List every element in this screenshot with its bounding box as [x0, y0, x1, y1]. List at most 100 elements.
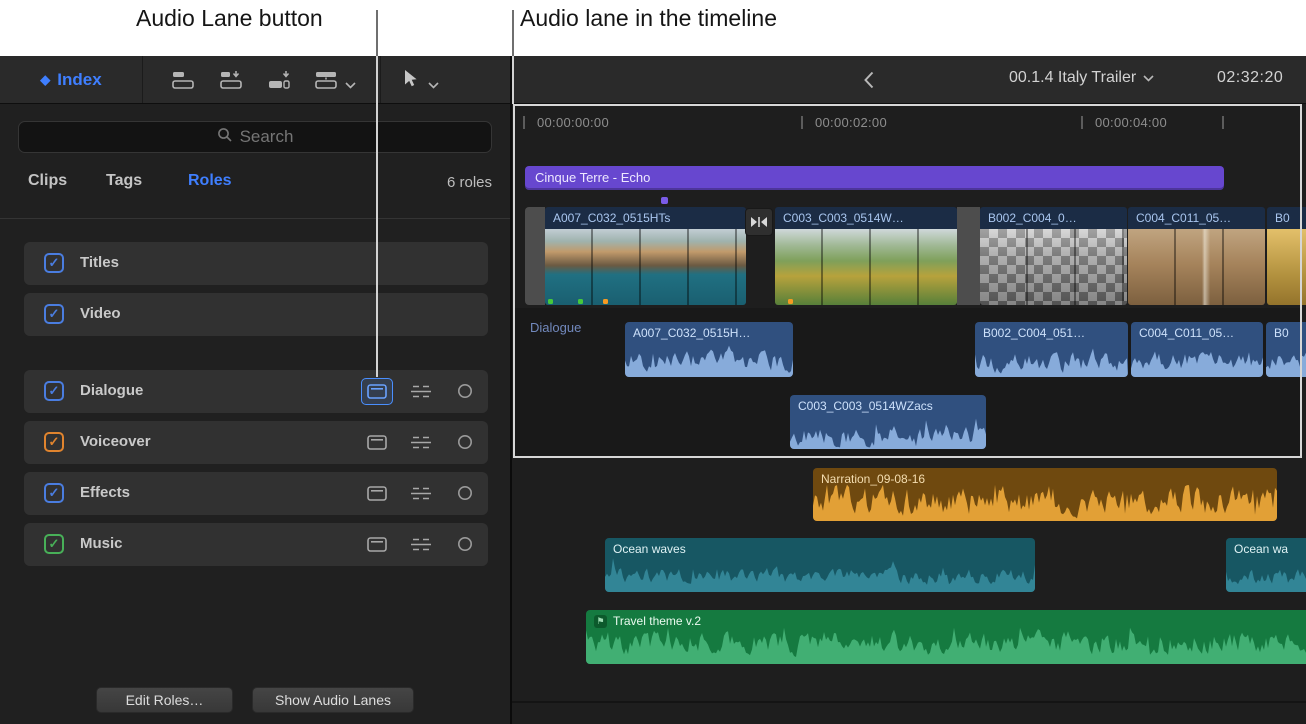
- video-clip-thumbnails: [1267, 229, 1306, 305]
- focus-button[interactable]: [409, 384, 433, 399]
- search-input[interactable]: Search: [18, 121, 492, 153]
- audio-clip[interactable]: B0: [1266, 322, 1306, 377]
- role-row-video[interactable]: ✓ Video: [24, 293, 488, 336]
- edit-roles-button[interactable]: Edit Roles…: [96, 687, 233, 713]
- focus-button[interactable]: [409, 537, 433, 552]
- solo-circle-button[interactable]: [457, 536, 473, 552]
- tab-clips[interactable]: Clips: [28, 172, 67, 190]
- search-icon: [217, 127, 233, 148]
- role-row-dialogue[interactable]: ✓ Dialogue: [24, 370, 488, 413]
- role-row-voiceover[interactable]: ✓ Voiceover: [24, 421, 488, 464]
- index-diamond-icon: ◆: [40, 72, 50, 88]
- timeline-bottom-divider: [511, 701, 1306, 703]
- video-clip[interactable]: A007_C032_0515HTs: [545, 207, 746, 305]
- focus-button[interactable]: [409, 435, 433, 450]
- audio-waveform: [1226, 554, 1306, 592]
- index-toolbar: ◆ Index: [0, 56, 511, 104]
- audio-clip-name: C004_C011_05…: [1131, 322, 1263, 340]
- audio-clip-ocean-waves[interactable]: Ocean wa: [1226, 538, 1306, 592]
- index-button[interactable]: ◆ Index: [0, 56, 142, 104]
- audio-lane-label: Dialogue: [530, 320, 581, 335]
- annotation-strip: Audio Lane button Audio lane in the time…: [0, 0, 1306, 56]
- video-clip[interactable]: B002_C004_0…: [980, 207, 1127, 305]
- project-title: 00.1.4 Italy Trailer: [1009, 69, 1136, 87]
- screenshot-root: Audio Lane button Audio lane in the time…: [0, 0, 1306, 724]
- tab-roles[interactable]: Roles: [188, 172, 232, 190]
- audio-lane-button[interactable]: [361, 378, 393, 405]
- audio-lane-button[interactable]: [361, 531, 393, 558]
- audio-waveform: [586, 627, 1306, 664]
- focus-button[interactable]: [409, 486, 433, 501]
- role-row-effects[interactable]: ✓ Effects: [24, 472, 488, 515]
- overwrite-edit-icon[interactable]: [313, 69, 339, 91]
- music-clip-badge-icon: ⚑: [594, 615, 607, 628]
- audio-clip[interactable]: B002_C004_051…: [975, 322, 1128, 377]
- edit-tools-chevron-down-icon[interactable]: [345, 76, 356, 94]
- audio-waveform: [1266, 345, 1306, 377]
- title-clip[interactable]: Cinque Terre - Echo: [525, 166, 1224, 190]
- audio-clip-name: Ocean waves: [605, 538, 1035, 556]
- role-checkbox[interactable]: ✓: [44, 381, 64, 401]
- audio-clip-narration[interactable]: Narration_09-08-16: [813, 468, 1277, 521]
- audio-clip[interactable]: A007_C032_0515H…: [625, 322, 793, 377]
- video-clip-thumbnails: [1128, 229, 1265, 305]
- audio-clip[interactable]: C004_C011_05…: [1131, 322, 1263, 377]
- audio-clip-name: B002_C004_051…: [975, 322, 1128, 340]
- trim-handle[interactable]: [525, 207, 545, 305]
- check-icon: ✓: [49, 255, 60, 271]
- video-clip[interactable]: C004_C011_05…: [1128, 207, 1265, 305]
- keyword-marker: [548, 299, 553, 304]
- back-chevron-icon[interactable]: [864, 71, 874, 94]
- trim-handle[interactable]: [957, 207, 980, 305]
- index-button-label: Index: [57, 70, 101, 90]
- arrow-tool-icon[interactable]: [402, 69, 418, 94]
- append-edit-icon[interactable]: [266, 69, 292, 91]
- role-label: Titles: [80, 254, 119, 271]
- show-audio-lanes-button[interactable]: Show Audio Lanes: [252, 687, 414, 713]
- solo-circle-button[interactable]: [457, 434, 473, 450]
- transition-icon[interactable]: [745, 208, 773, 236]
- ruler-tick: [1222, 116, 1224, 129]
- audio-waveform: [790, 418, 986, 449]
- insert-edit-icon[interactable]: [218, 69, 244, 91]
- check-icon: ✓: [49, 536, 60, 552]
- audio-clip[interactable]: C003_C003_0514WZacs: [790, 395, 986, 449]
- audio-clip-name: Narration_09-08-16: [813, 468, 1277, 486]
- ruler-label: 00:00:02:00: [815, 115, 887, 130]
- audio-waveform: [813, 484, 1277, 521]
- audio-lane-button[interactable]: [361, 429, 393, 456]
- index-tabs: Clips Tags Roles 6 roles: [0, 168, 511, 200]
- role-checkbox[interactable]: ✓: [44, 483, 64, 503]
- chevron-down-icon: [1143, 75, 1154, 82]
- tool-chevron-down-icon[interactable]: [428, 76, 439, 94]
- connect-edit-icon[interactable]: [170, 69, 196, 91]
- role-checkbox[interactable]: ✓: [44, 534, 64, 554]
- solo-circle-button[interactable]: [457, 485, 473, 501]
- toolbar-separator: [380, 56, 381, 103]
- check-icon: ✓: [49, 434, 60, 450]
- video-clip-name: C003_C003_0514W…: [775, 207, 957, 229]
- solo-circle-button[interactable]: [457, 383, 473, 399]
- role-label: Video: [80, 305, 121, 322]
- video-clip-name: A007_C032_0515HTs: [545, 207, 746, 229]
- keyword-marker: [788, 299, 793, 304]
- role-label: Dialogue: [80, 382, 143, 399]
- audio-lane-button[interactable]: [361, 480, 393, 507]
- role-checkbox[interactable]: ✓: [44, 253, 64, 273]
- role-row-titles[interactable]: ✓ Titles: [24, 242, 488, 285]
- show-audio-lanes-button-label: Show Audio Lanes: [275, 692, 391, 708]
- audio-clip-music[interactable]: ⚑ Travel theme v.2: [586, 610, 1306, 664]
- audio-clip-name: A007_C032_0515H…: [625, 322, 793, 340]
- video-clip[interactable]: C003_C003_0514W…: [775, 207, 957, 305]
- check-icon: ✓: [49, 306, 60, 322]
- callout-line-lane-button: [376, 56, 378, 377]
- role-checkbox[interactable]: ✓: [44, 432, 64, 452]
- role-row-music[interactable]: ✓ Music: [24, 523, 488, 566]
- tab-tags[interactable]: Tags: [106, 172, 142, 190]
- video-clip[interactable]: B0: [1267, 207, 1306, 305]
- audio-clip-ocean-waves[interactable]: Ocean waves: [605, 538, 1035, 592]
- role-checkbox[interactable]: ✓: [44, 304, 64, 324]
- callout-audio-lane-timeline: Audio lane in the timeline: [520, 5, 777, 32]
- video-clip-thumbnails: [775, 229, 957, 305]
- project-title-menu[interactable]: 00.1.4 Italy Trailer: [1009, 69, 1154, 87]
